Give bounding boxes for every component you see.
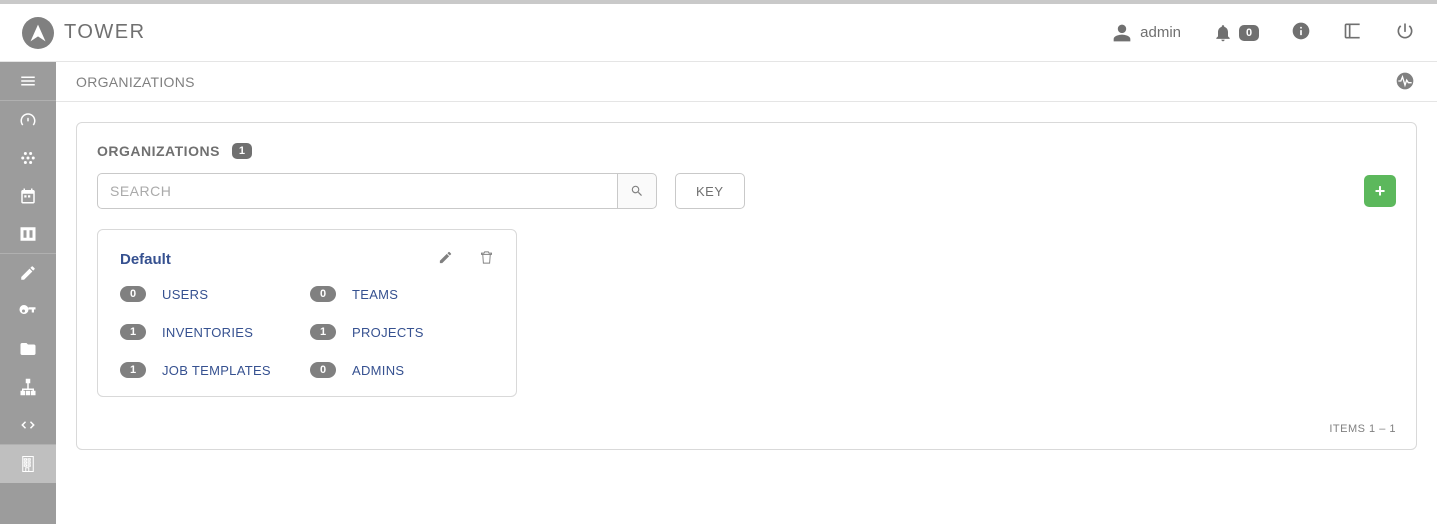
brand-logo-icon [22, 17, 54, 49]
search-button[interactable] [617, 173, 657, 209]
org-job-templates-link[interactable]: 1 JOB TEMPLATES [120, 362, 304, 378]
edit-org-button[interactable] [438, 250, 453, 268]
organization-card: Default 0 USERS [97, 229, 517, 397]
building-icon [19, 455, 37, 473]
sidebar-inventory-scripts[interactable] [0, 406, 56, 444]
org-users-link[interactable]: 0 USERS [120, 286, 304, 302]
brand[interactable]: TOWER [22, 17, 146, 49]
key-button[interactable]: KEY [675, 173, 745, 209]
sidebar-projects[interactable] [0, 330, 56, 368]
notifications-count: 0 [1239, 25, 1259, 41]
panel-count-badge: 1 [232, 143, 252, 159]
count-badge: 1 [120, 362, 146, 378]
items-range: ITEMS 1 – 1 [1329, 423, 1396, 435]
calendar-icon [19, 187, 37, 205]
count-badge: 0 [310, 362, 336, 378]
pencil-icon [438, 250, 453, 265]
org-projects-link[interactable]: 1 PROJECTS [310, 324, 494, 340]
notifications[interactable]: 0 [1213, 23, 1259, 43]
sidebar-inventories[interactable] [0, 368, 56, 406]
main: ORGANIZATIONS ORGANIZATIONS 1 [56, 62, 1437, 524]
user-menu[interactable]: admin [1112, 23, 1181, 43]
jobs-icon [19, 149, 37, 167]
link-label: INVENTORIES [162, 325, 253, 340]
link-label: ADMINS [352, 363, 404, 378]
topbar-right: admin 0 [1112, 21, 1415, 44]
link-label: USERS [162, 287, 208, 302]
folder-icon [19, 340, 37, 358]
link-label: JOB TEMPLATES [162, 363, 271, 378]
org-admins-link[interactable]: 0 ADMINS [310, 362, 494, 378]
search-icon [630, 184, 644, 198]
trash-icon [479, 250, 494, 265]
sidebar-jobs[interactable] [0, 139, 56, 177]
dashboard-icon [19, 111, 37, 129]
org-teams-link[interactable]: 0 TEAMS [310, 286, 494, 302]
docs-button[interactable] [1343, 21, 1363, 44]
sidebar-portal[interactable] [0, 215, 56, 253]
org-name-link[interactable]: Default [120, 251, 171, 268]
link-label: TEAMS [352, 287, 398, 302]
sidebar-menu-toggle[interactable] [0, 62, 56, 100]
count-badge: 0 [310, 286, 336, 302]
search-input[interactable] [97, 173, 617, 209]
page-title: ORGANIZATIONS [76, 74, 195, 90]
sidebar [0, 62, 56, 524]
info-icon [1291, 21, 1311, 41]
power-icon [1395, 21, 1415, 41]
bell-icon [1213, 23, 1233, 43]
logout-button[interactable] [1395, 21, 1415, 44]
activity-stream-button[interactable] [1395, 71, 1417, 93]
user-icon [1112, 23, 1132, 43]
add-organization-button[interactable]: + [1364, 175, 1396, 207]
count-badge: 0 [120, 286, 146, 302]
sidebar-dashboard[interactable] [0, 101, 56, 139]
brand-text: TOWER [64, 21, 146, 44]
org-card-header: Default [120, 250, 494, 268]
topbar: TOWER admin 0 [0, 0, 1437, 62]
page-header: ORGANIZATIONS [56, 62, 1437, 102]
count-badge: 1 [310, 324, 336, 340]
code-icon [19, 416, 37, 434]
sidebar-schedules[interactable] [0, 177, 56, 215]
book-icon [1343, 21, 1363, 41]
delete-org-button[interactable] [479, 250, 494, 268]
edit-icon [19, 264, 37, 282]
key-icon [19, 302, 37, 320]
link-label: PROJECTS [352, 325, 424, 340]
content: ORGANIZATIONS 1 KEY + [56, 102, 1437, 470]
search-group [97, 173, 657, 209]
sitemap-icon [19, 378, 37, 396]
panel-controls: KEY + [97, 173, 1396, 209]
organizations-panel: ORGANIZATIONS 1 KEY + [76, 122, 1417, 450]
panel-footer: ITEMS 1 – 1 [97, 423, 1396, 435]
org-actions [438, 250, 494, 268]
columns-icon [19, 225, 37, 243]
panel-header: ORGANIZATIONS 1 [97, 143, 1396, 159]
username: admin [1140, 24, 1181, 41]
sidebar-templates[interactable] [0, 254, 56, 292]
plus-icon: + [1375, 181, 1386, 202]
org-inventories-link[interactable]: 1 INVENTORIES [120, 324, 304, 340]
menu-icon [19, 72, 37, 90]
info-button[interactable] [1291, 21, 1311, 44]
org-links: 0 USERS 0 TEAMS 1 INVENTORIES 1 [120, 286, 494, 378]
panel-title: ORGANIZATIONS [97, 143, 220, 159]
count-badge: 1 [120, 324, 146, 340]
activity-icon [1395, 71, 1415, 91]
sidebar-credentials[interactable] [0, 292, 56, 330]
sidebar-organizations[interactable] [0, 445, 56, 483]
